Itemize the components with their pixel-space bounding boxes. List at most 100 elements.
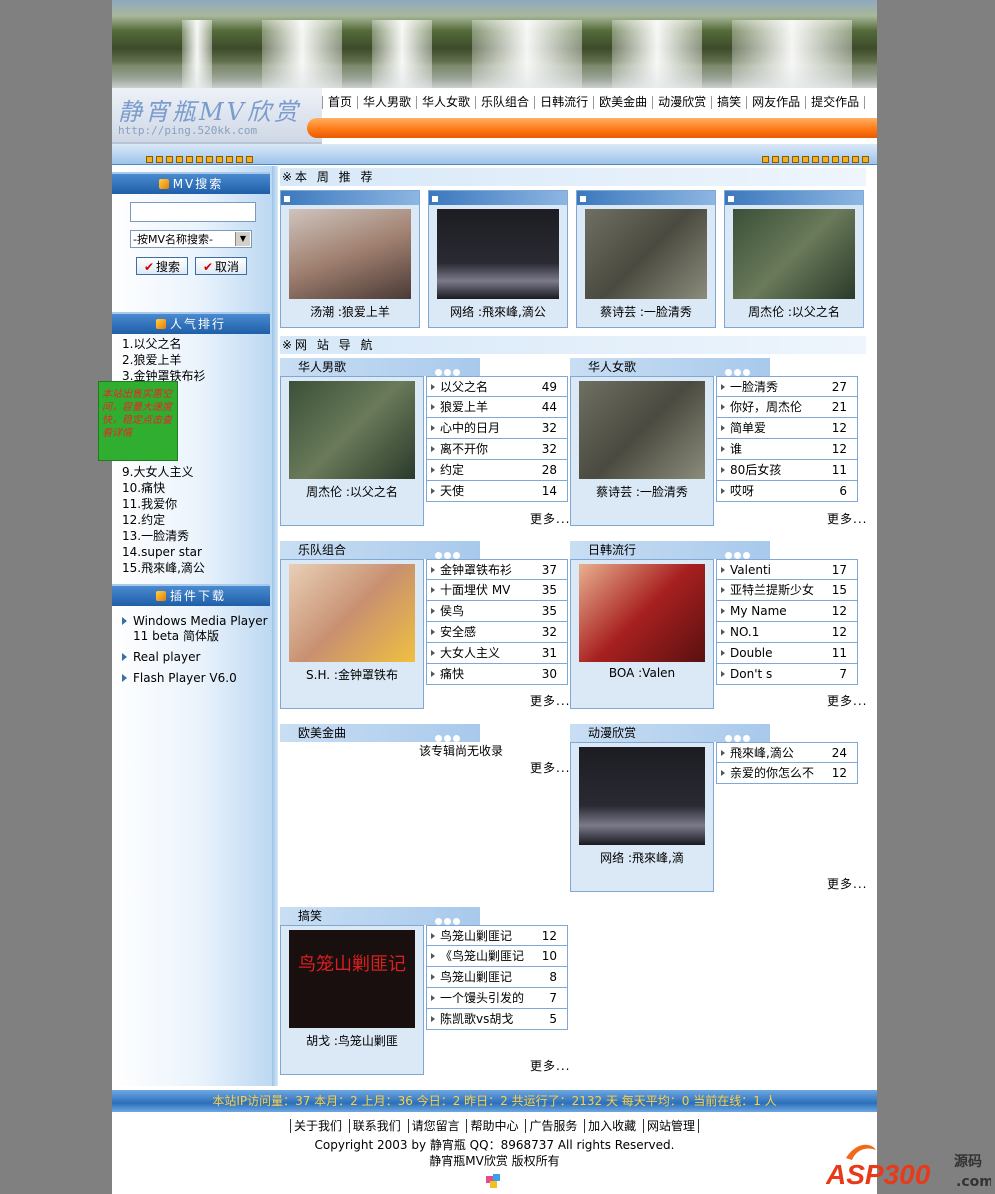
song-row[interactable]: 陈凯歌vs胡戈 5: [426, 1009, 568, 1030]
category-caption[interactable]: 网络 :飛來峰,滴: [571, 849, 713, 866]
category-feature[interactable]: 网络 :飛來峰,滴: [570, 742, 714, 892]
rank-item[interactable]: 1.以父之名: [122, 336, 205, 352]
song-row[interactable]: 你好，周杰伦 21: [716, 397, 858, 418]
category-header[interactable]: 搞笑: [280, 907, 480, 925]
song-row[interactable]: 一个馒头引发的 7: [426, 988, 568, 1009]
category-caption[interactable]: S.H. :金钟罩铁布: [281, 666, 423, 683]
category-caption[interactable]: 周杰伦 :以父之名: [281, 483, 423, 500]
nav-submit[interactable]: 提交作品: [806, 95, 866, 109]
site-logo[interactable]: 静宵瓶MV欣赏 http://ping.520kk.com: [112, 88, 322, 144]
song-row[interactable]: 大女人主义 31: [426, 643, 568, 664]
search-button[interactable]: ✔ 搜索: [136, 257, 188, 275]
footer-link-ads[interactable]: 广告服务: [525, 1119, 581, 1133]
category-feature[interactable]: BOA :Valen: [570, 559, 714, 709]
nav-anime[interactable]: 动漫欣赏: [653, 95, 713, 109]
song-row[interactable]: My Name 12: [716, 601, 858, 622]
category-caption[interactable]: 蔡诗芸 :一脸清秀: [571, 483, 713, 500]
song-row[interactable]: 痛快 30: [426, 664, 568, 685]
category-caption[interactable]: BOA :Valen: [571, 666, 713, 680]
song-row[interactable]: 80后女孩 11: [716, 460, 858, 481]
nav-user-works[interactable]: 网友作品: [747, 95, 807, 109]
footer-link-help[interactable]: 帮助中心: [466, 1119, 522, 1133]
mv-thumbnail[interactable]: [289, 209, 411, 299]
song-row[interactable]: NO.1 12: [716, 622, 858, 643]
song-row[interactable]: 金钟罩铁布衫 37: [426, 559, 568, 580]
mv-thumbnail[interactable]: [289, 564, 415, 662]
rank-item[interactable]: 11.我爱你: [122, 496, 205, 512]
nav-bands[interactable]: 乐队组合: [476, 95, 536, 109]
song-row[interactable]: 十面埋伏 MV 35: [426, 580, 568, 601]
song-row[interactable]: 哎呀 6: [716, 481, 858, 502]
song-row[interactable]: 简单爱 12: [716, 418, 858, 439]
plugin-link[interactable]: Windows Media Player 11 beta 简体版: [122, 614, 273, 644]
footer-link-admin[interactable]: 网站管理: [643, 1119, 700, 1133]
floating-ad[interactable]: 本站出售实惠空间，容量大速度快，稳定点击查看详情: [98, 381, 178, 461]
song-row[interactable]: 一脸清秀 27: [716, 376, 858, 397]
mv-thumbnail[interactable]: 鸟笼山剿匪记: [289, 930, 415, 1028]
category-feature[interactable]: S.H. :金钟罩铁布: [280, 559, 424, 709]
category-header[interactable]: 乐队组合: [280, 541, 480, 559]
nav-chinese-female[interactable]: 华人女歌: [417, 95, 477, 109]
rank-item[interactable]: 12.约定: [122, 512, 205, 528]
weekly-caption[interactable]: 汤潮 :狼爱上羊: [281, 303, 419, 320]
category-feature[interactable]: 周杰伦 :以父之名: [280, 376, 424, 526]
rank-item[interactable]: 10.痛快: [122, 480, 205, 496]
footer-link-favorite[interactable]: 加入收藏: [584, 1119, 640, 1133]
weekly-caption[interactable]: 周杰伦 :以父之名: [725, 303, 863, 320]
song-row[interactable]: 鸟笼山剿匪记 12: [426, 925, 568, 946]
song-row[interactable]: Valenti 17: [716, 559, 858, 580]
more-link[interactable]: 更多...: [827, 692, 867, 709]
weekly-caption[interactable]: 网络 :飛來峰,滴公: [429, 303, 567, 320]
rank-item[interactable]: 9.大女人主义: [122, 464, 205, 480]
category-feature[interactable]: 蔡诗芸 :一脸清秀: [570, 376, 714, 526]
category-header[interactable]: 华人男歌: [280, 358, 480, 376]
plugin-link[interactable]: Real player: [122, 650, 273, 665]
more-link[interactable]: 更多...: [530, 1057, 570, 1074]
search-input[interactable]: [130, 202, 256, 222]
nav-funny[interactable]: 搞笑: [712, 95, 748, 109]
mv-thumbnail[interactable]: [579, 747, 705, 845]
rank-item[interactable]: 15.飛來峰,滴公: [122, 560, 205, 576]
weekly-card[interactable]: 网络 :飛來峰,滴公: [428, 190, 568, 328]
search-type-select[interactable]: -按MV名称搜索- ▼: [130, 230, 252, 248]
song-row[interactable]: Double 11: [716, 643, 858, 664]
category-feature[interactable]: 鸟笼山剿匪记 胡戈 :鸟笼山剿匪: [280, 925, 424, 1075]
more-link[interactable]: 更多...: [530, 510, 570, 527]
nav-chinese-male[interactable]: 华人男歌: [358, 95, 418, 109]
song-row[interactable]: 离不开你 32: [426, 439, 568, 460]
rank-item[interactable]: 14.super star: [122, 544, 205, 560]
song-row[interactable]: 《鸟笼山剿匪记 10: [426, 946, 568, 967]
mv-thumbnail[interactable]: [437, 209, 559, 299]
more-link[interactable]: 更多...: [530, 759, 570, 776]
song-row[interactable]: 心中的日月 32: [426, 418, 568, 439]
song-row[interactable]: 亚特兰提斯少女 15: [716, 580, 858, 601]
weekly-card[interactable]: 周杰伦 :以父之名: [724, 190, 864, 328]
song-row[interactable]: 亲爱的你怎么不 12: [716, 763, 858, 784]
rank-item[interactable]: 2.狼爱上羊: [122, 352, 205, 368]
song-row[interactable]: 约定 28: [426, 460, 568, 481]
mv-thumbnail[interactable]: [579, 381, 705, 479]
category-header[interactable]: 日韩流行: [570, 541, 770, 559]
plugin-link[interactable]: Flash Player V6.0: [122, 671, 273, 686]
mv-thumbnail[interactable]: [585, 209, 707, 299]
more-link[interactable]: 更多...: [827, 510, 867, 527]
song-row[interactable]: 谁 12: [716, 439, 858, 460]
song-row[interactable]: Don't s7: [716, 664, 858, 685]
nav-western[interactable]: 欧美金曲: [594, 95, 654, 109]
category-header[interactable]: 欧美金曲: [280, 724, 480, 742]
mv-thumbnail[interactable]: [579, 564, 705, 662]
footer-link-guestbook[interactable]: 请您留言: [407, 1119, 463, 1133]
song-row[interactable]: 飛來峰,滴公 24: [716, 742, 858, 763]
song-row[interactable]: 天使 14: [426, 481, 568, 502]
song-row[interactable]: 安全感 32: [426, 622, 568, 643]
weekly-caption[interactable]: 蔡诗芸 :一脸清秀: [577, 303, 715, 320]
song-row[interactable]: 以父之名 49: [426, 376, 568, 397]
weekly-card[interactable]: 蔡诗芸 :一脸清秀: [576, 190, 716, 328]
category-caption[interactable]: 胡戈 :鸟笼山剿匪: [281, 1032, 423, 1049]
song-row[interactable]: 侯鸟 35: [426, 601, 568, 622]
song-row[interactable]: 狼爱上羊 44: [426, 397, 568, 418]
cancel-button[interactable]: ✔ 取消: [195, 257, 247, 275]
rank-item[interactable]: 13.一脸清秀: [122, 528, 205, 544]
mv-thumbnail[interactable]: [733, 209, 855, 299]
footer-link-about[interactable]: 关于我们: [289, 1119, 345, 1133]
